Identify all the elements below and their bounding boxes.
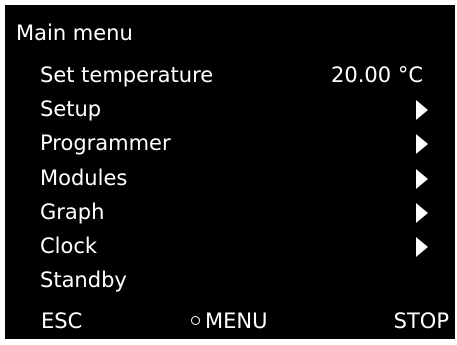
chevron-right-icon bbox=[416, 100, 428, 121]
menu-item-label: Set temperature bbox=[40, 63, 214, 87]
chevron-right-icon bbox=[416, 134, 428, 155]
menu-item-label: Setup bbox=[40, 97, 102, 122]
menu-item-label: Modules bbox=[40, 165, 128, 190]
menu-softkey-label: MENU bbox=[205, 309, 268, 333]
menu-item-label: Graph bbox=[40, 199, 105, 224]
chevron-right-icon bbox=[416, 236, 428, 257]
circle-icon bbox=[191, 316, 200, 325]
stop-softkey[interactable]: STOP bbox=[394, 307, 449, 335]
menu-softkey[interactable]: MENU bbox=[191, 307, 267, 335]
menu-item-programmer[interactable]: Programmer bbox=[5, 129, 455, 163]
menu-item-label: Standby bbox=[40, 268, 127, 293]
menu-item-graph[interactable]: Graph bbox=[5, 198, 455, 232]
menu-item-label: Clock bbox=[40, 233, 98, 258]
esc-softkey[interactable]: ESC bbox=[41, 307, 82, 335]
menu-item-clock[interactable]: Clock bbox=[5, 232, 455, 266]
menu-item-label: Programmer bbox=[40, 131, 171, 156]
chevron-right-icon bbox=[416, 202, 428, 223]
menu-item-set-temperature[interactable]: Set temperature 20.00 °C bbox=[5, 61, 455, 95]
chevron-right-icon bbox=[416, 168, 428, 189]
menu-item-setup[interactable]: Setup bbox=[5, 95, 455, 129]
menu-item-standby[interactable]: Standby bbox=[5, 266, 455, 300]
softkey-bar: ESC MENU STOP bbox=[5, 307, 455, 339]
temperature-value: 20.00 °C bbox=[331, 63, 423, 87]
device-screen: Main menu Set temperature 20.00 °C Setup… bbox=[5, 5, 455, 339]
main-menu-list: Set temperature 20.00 °C Setup Programme… bbox=[5, 61, 455, 300]
menu-item-modules[interactable]: Modules bbox=[5, 164, 455, 198]
menu-title: Main menu bbox=[16, 21, 133, 45]
